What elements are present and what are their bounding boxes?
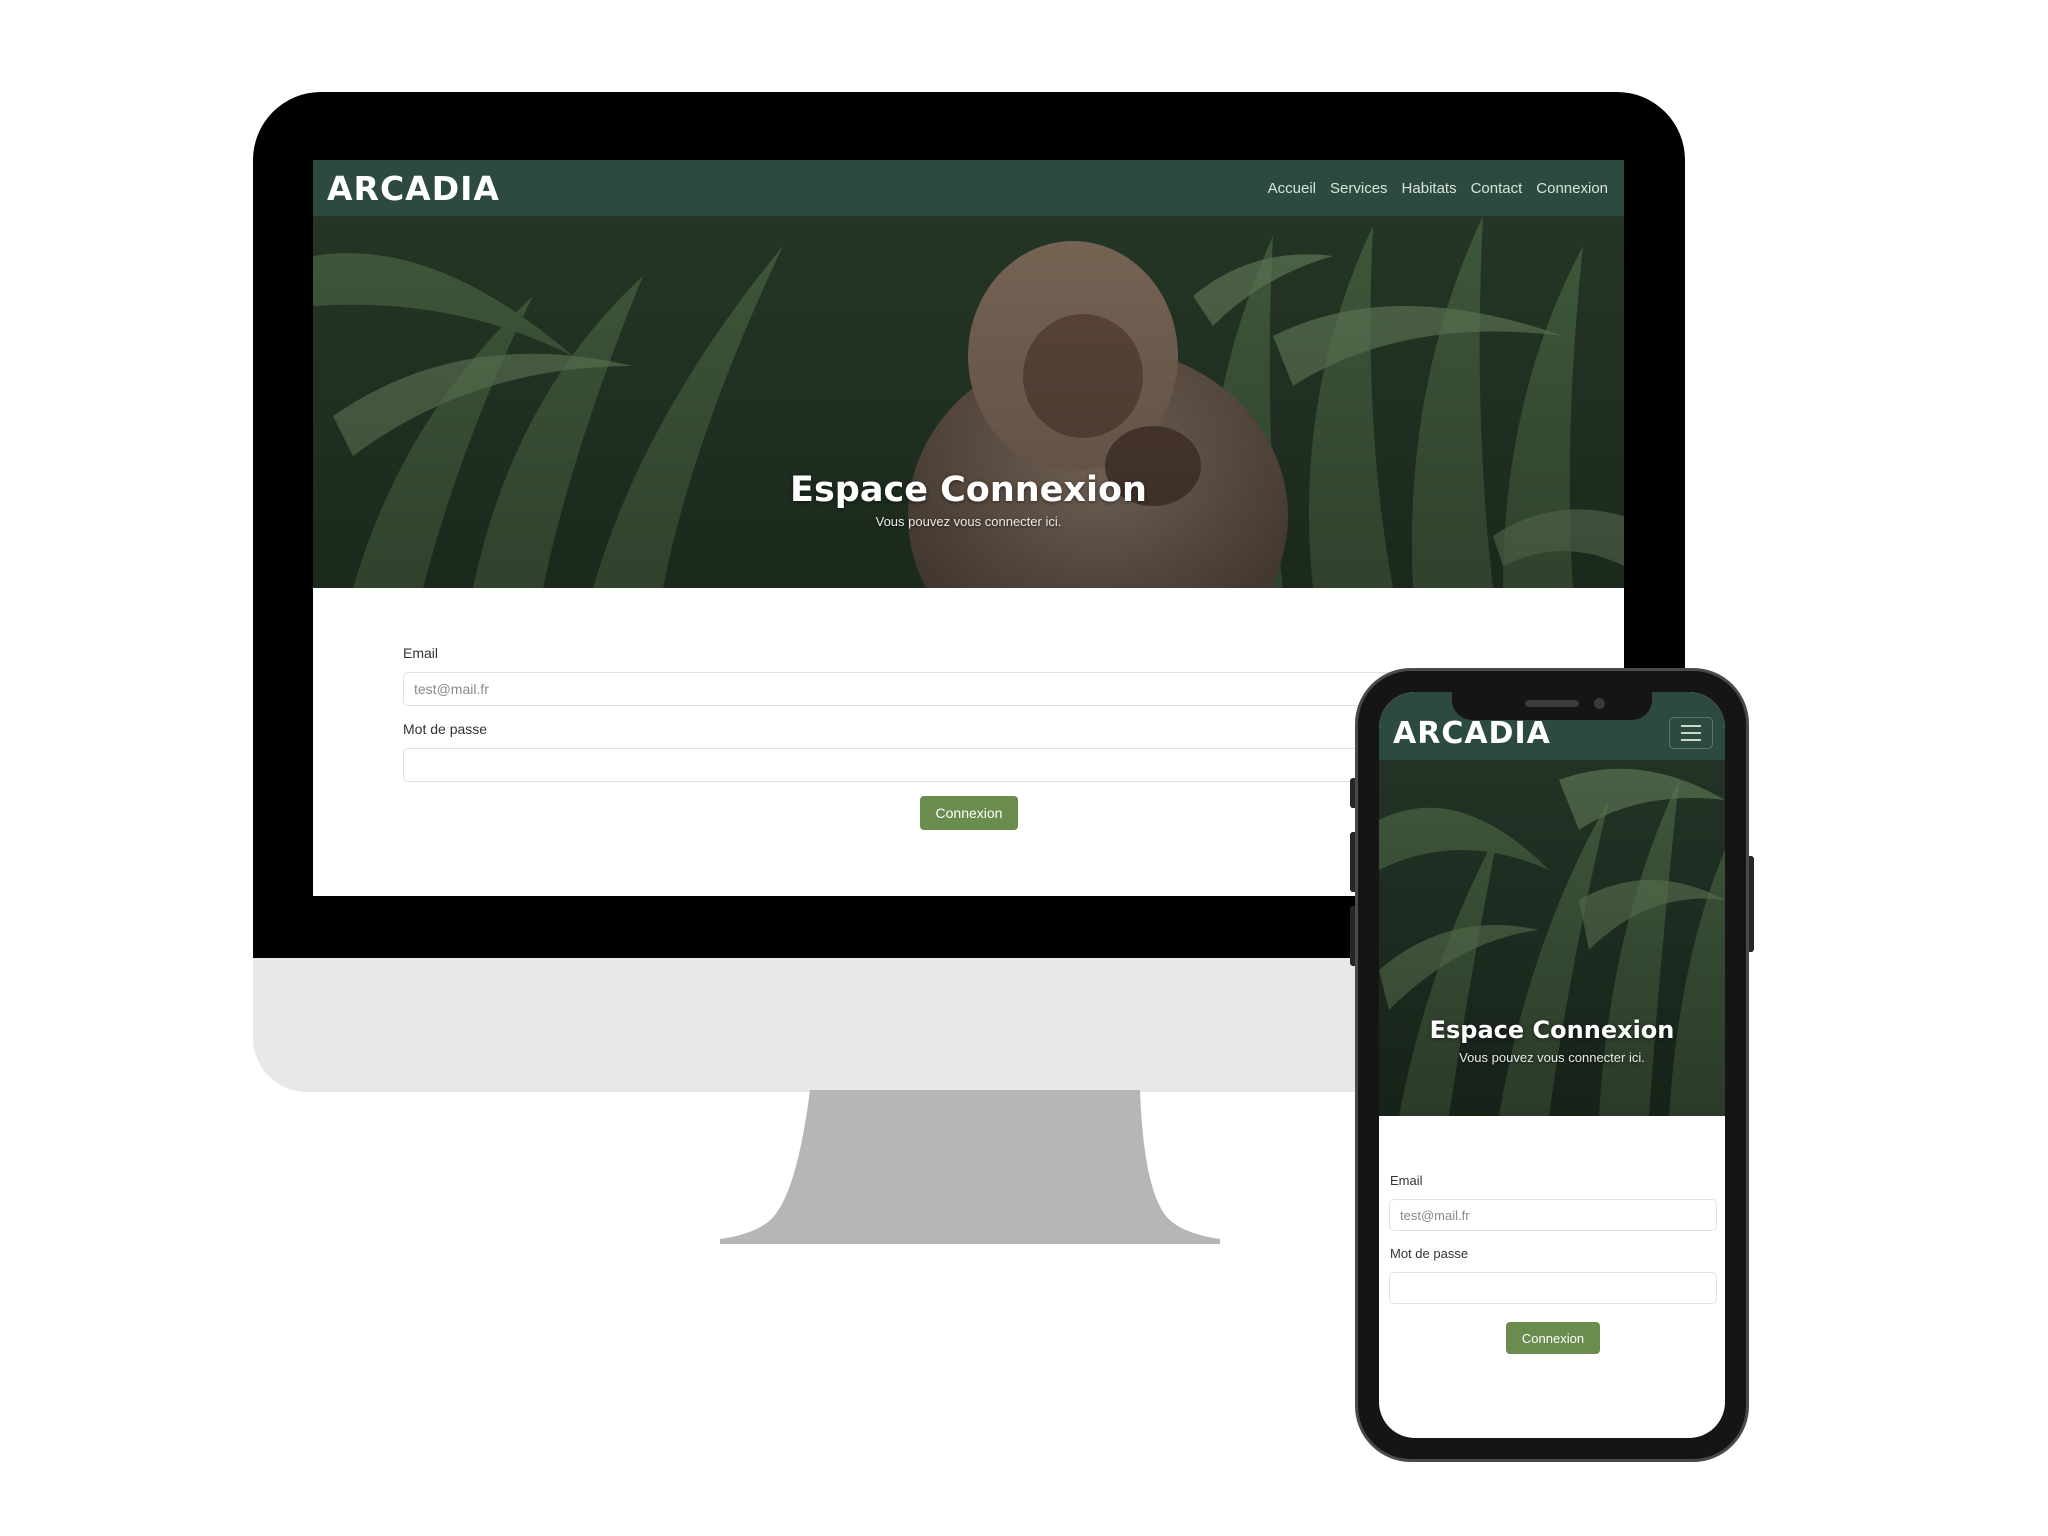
hero-monkey-image [313, 216, 1624, 588]
mobile-hero-subtitle: Vous pouvez vous connecter ici. [1459, 1050, 1645, 1065]
mobile-password-label: Mot de passe [1390, 1246, 1469, 1261]
mobile-password-input[interactable] [1389, 1272, 1717, 1304]
nav-link-habitats[interactable]: Habitats [1402, 180, 1457, 197]
mobile-hero-text: Espace Connexion Vous pouvez vous connec… [1379, 1016, 1725, 1065]
nav-link-services[interactable]: Services [1330, 180, 1388, 197]
hero-title: Espace Connexion [790, 470, 1147, 510]
hero-subtitle: Vous pouvez vous connecter ici. [875, 514, 1062, 529]
connexion-button[interactable]: Connexion [920, 796, 1018, 830]
navbar: ARCADIA Accueil Services Habitats Contac… [313, 160, 1624, 216]
password-label: Mot de passe [403, 721, 488, 737]
site-logo[interactable]: ARCADIA [327, 169, 500, 208]
mobile-connexion-button[interactable]: Connexion [1506, 1322, 1600, 1354]
hamburger-menu-icon[interactable] [1669, 717, 1713, 749]
mobile-email-input[interactable] [1389, 1199, 1717, 1231]
nav-link-connexion[interactable]: Connexion [1536, 180, 1608, 197]
nav-link-contact[interactable]: Contact [1471, 180, 1523, 197]
phone-speaker [1525, 700, 1579, 707]
email-label: Email [403, 645, 439, 661]
nav-link-accueil[interactable]: Accueil [1268, 180, 1316, 197]
phone-camera [1594, 698, 1605, 709]
mobile-screen: ARCADIA Espace Connexion Vous pouvez vou… [1379, 692, 1725, 1438]
hero-text: Espace Connexion Vous pouvez vous connec… [313, 470, 1624, 529]
mobile-site-logo[interactable]: ARCADIA [1393, 716, 1551, 751]
hero-banner: Espace Connexion Vous pouvez vous connec… [313, 216, 1624, 588]
mobile-email-label: Email [1390, 1173, 1423, 1188]
mobile-hero-title: Espace Connexion [1429, 1016, 1675, 1044]
nav-links: Accueil Services Habitats Contact Connex… [1254, 180, 1608, 197]
imac-stand [720, 1090, 1220, 1244]
mobile-hero-banner: Espace Connexion Vous pouvez vous connec… [1379, 760, 1725, 1116]
